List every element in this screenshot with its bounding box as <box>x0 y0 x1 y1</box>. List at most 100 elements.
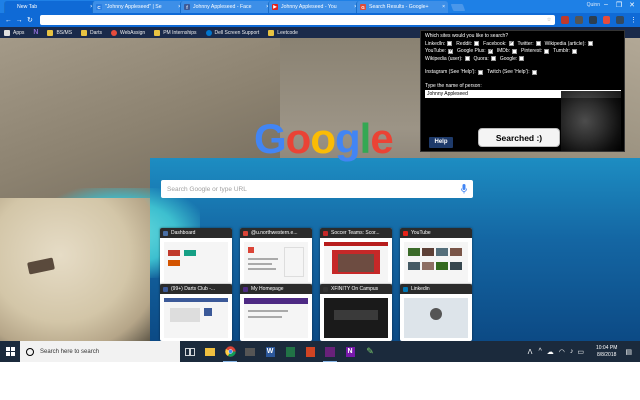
checkbox-twitch[interactable]: Twitch (See 'Help'): <box>487 69 537 76</box>
clock[interactable]: 10:04 PM 8/8/2018 <box>596 345 617 358</box>
checkbox[interactable] <box>474 41 480 47</box>
bookmark-bsms[interactable]: BS/MS <box>47 29 72 36</box>
restore-icon[interactable]: ❐ <box>613 1 625 9</box>
volume-icon[interactable]: ♪ <box>570 348 574 355</box>
tile-northwestern-mail[interactable]: @u.northwestern.e... <box>240 228 312 285</box>
close-tab-icon[interactable]: × <box>442 4 445 10</box>
help-button[interactable]: Help <box>429 137 453 148</box>
reload-icon[interactable]: ↻ <box>26 16 35 25</box>
bookmark-northwestern[interactable]: N <box>33 29 38 36</box>
onenote-button[interactable]: N <box>340 341 360 362</box>
checkbox-imdb[interactable]: IMDb: <box>497 48 518 55</box>
checkbox[interactable] <box>508 40 514 47</box>
address-bar[interactable]: ☆ <box>40 15 556 25</box>
checkbox[interactable] <box>544 48 550 54</box>
menu-icon[interactable]: ⋮ <box>629 16 638 25</box>
checkbox[interactable] <box>487 48 493 54</box>
cloud-icon[interactable]: ☁ <box>547 348 554 356</box>
checkbox[interactable] <box>447 41 453 47</box>
webassign-icon <box>110 29 117 36</box>
tile-soccer-teams[interactable]: Soccer Teams: Scor... <box>320 228 392 285</box>
tab-johnny-facebook[interactable]: f Johnny Appleseed - Face × <box>180 1 272 13</box>
checkbox-google-plus[interactable]: Google Plus: <box>457 48 493 55</box>
google-search-input[interactable]: Search Google or type URL <box>161 180 473 198</box>
tile-dashboard[interactable]: Dashboard <box>160 228 232 285</box>
file-explorer-button[interactable] <box>200 341 220 362</box>
google-plus-icon: G <box>360 4 366 10</box>
bookmark-webassign[interactable]: WebAssign <box>110 29 145 36</box>
start-button[interactable] <box>0 341 20 362</box>
new-tab-button[interactable] <box>450 4 466 11</box>
extension-icon[interactable] <box>602 16 611 24</box>
forward-icon[interactable]: → <box>15 16 24 25</box>
searched-button[interactable]: Searched :) <box>478 128 560 147</box>
minimize-icon[interactable]: – <box>600 1 612 8</box>
notifications-icon[interactable]: ▤ <box>625 348 632 356</box>
checkbox-wikipedia-user[interactable]: Wikipedia (user): <box>425 56 470 63</box>
taskbar-search-box[interactable]: Search here to search <box>20 341 180 362</box>
bookmark-dell-support[interactable]: Dell Screen Support <box>205 29 259 36</box>
media-player-button[interactable] <box>240 341 260 362</box>
checkbox-google[interactable]: Google: <box>500 56 525 63</box>
tab-google-plus[interactable]: G Search Results - Google+ × <box>356 1 448 13</box>
tile-xfinity[interactable]: XFINITY On Campus <box>320 284 392 341</box>
checkbox-linkedin[interactable]: LinkedIn: <box>425 41 453 48</box>
checkbox-reddit[interactable]: Reddit: <box>456 41 480 48</box>
youtube-icon: ▶ <box>272 4 278 10</box>
checkbox-instagram[interactable]: Instagram (See 'Help'): <box>425 69 483 76</box>
close-window-icon[interactable]: ✕ <box>626 1 638 9</box>
checkbox[interactable] <box>448 48 453 54</box>
star-icon[interactable]: ☆ <box>547 17 551 23</box>
bookmark-darts[interactable]: Darts <box>81 29 102 36</box>
checkbox-youtube[interactable]: YouTube: <box>425 48 453 55</box>
powerpoint-button[interactable] <box>300 341 320 362</box>
checkbox-pinterest[interactable]: Pinterest: <box>521 48 550 55</box>
logo-letter: g <box>334 115 361 162</box>
person-icon[interactable]: ᐱ <box>528 348 533 356</box>
visual-studio-button[interactable] <box>320 341 340 362</box>
checkbox[interactable] <box>490 56 496 62</box>
tile-youtube[interactable]: YouTube <box>400 228 472 285</box>
checkbox[interactable] <box>531 69 537 75</box>
checkbox[interactable] <box>571 48 577 54</box>
xfinity-icon <box>323 286 328 292</box>
checkbox[interactable] <box>587 41 593 47</box>
checkbox-quora[interactable]: Quora: <box>474 56 496 63</box>
checkbox[interactable] <box>477 69 483 75</box>
extension-icon[interactable] <box>616 16 625 24</box>
checkbox-twitter[interactable]: Twitter: <box>518 41 541 48</box>
tile-my-homepage[interactable]: My Homepage <box>240 284 312 341</box>
extension-icon[interactable] <box>588 16 597 24</box>
checkbox[interactable] <box>464 56 470 62</box>
tile-darts-club[interactable]: (99+) Darts Club -... <box>160 284 232 341</box>
tab-johnny-youtube[interactable]: ▶ Johnny Appleseed - You × <box>268 1 360 13</box>
chevron-up-icon[interactable]: ^ <box>538 348 541 355</box>
bookmark-apps[interactable]: Apps <box>4 29 24 36</box>
bookmark-leetcode[interactable]: Leetcode <box>268 29 298 36</box>
checkbox-wikipedia-article[interactable]: Wikipedia (article): <box>545 41 593 48</box>
checkbox-tumblr[interactable]: Tumblr: <box>553 48 577 55</box>
checkbox[interactable] <box>512 48 518 54</box>
extension-icon[interactable] <box>561 16 570 24</box>
checkbox[interactable] <box>519 56 525 62</box>
extension-icon[interactable] <box>575 16 583 24</box>
excel-button[interactable] <box>280 341 300 362</box>
new-tab-icon <box>8 4 14 10</box>
chrome-taskbar-button[interactable] <box>220 341 240 362</box>
back-icon[interactable]: ← <box>4 16 13 25</box>
tile-linkedin[interactable]: Linkedin <box>400 284 472 341</box>
microphone-icon[interactable] <box>461 184 467 194</box>
app-button[interactable]: ✎ <box>360 341 380 362</box>
bookmark-pm-internships[interactable]: PM Internships <box>154 29 197 36</box>
profile-name[interactable]: Quinn <box>587 2 600 8</box>
checkbox[interactable] <box>535 41 541 47</box>
tab-new-tab[interactable]: New Tab × <box>4 1 96 13</box>
youtube-icon <box>403 230 408 236</box>
battery-icon[interactable]: ▭ <box>577 348 584 356</box>
checkbox-facebook[interactable]: Facebook: <box>483 40 514 48</box>
apps-grid-icon <box>4 29 10 36</box>
task-view-button[interactable] <box>180 341 200 362</box>
wifi-icon[interactable]: ◠ <box>559 348 565 356</box>
word-button[interactable]: W <box>260 341 280 362</box>
tab-johnny-search[interactable]: C "Johnny Appleseed" | Se × <box>92 1 184 13</box>
